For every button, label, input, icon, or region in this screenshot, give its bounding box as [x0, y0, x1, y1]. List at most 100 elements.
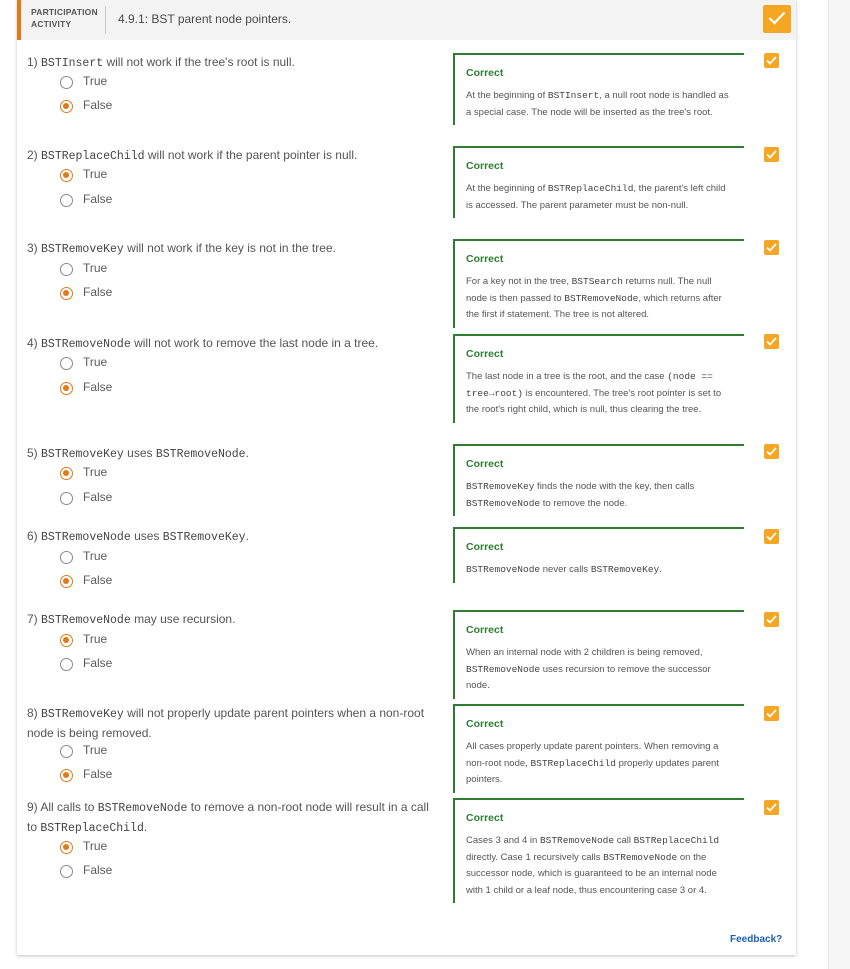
radio-button[interactable] — [60, 658, 73, 671]
radio-label: False — [83, 285, 113, 299]
question-text: 4) BSTRemoveNode will not work to remove… — [27, 334, 437, 354]
feedback-status: Correct — [466, 624, 504, 636]
radio-button[interactable] — [60, 100, 73, 113]
question-complete-checkmark-icon — [764, 240, 779, 255]
feedback-text-part: never calls — [540, 564, 591, 575]
question-text: 9) All calls to BSTRemoveNode to remove … — [27, 798, 437, 838]
radio-option-false[interactable]: False — [60, 282, 210, 306]
radio-option-false[interactable]: False — [60, 570, 210, 594]
feedback-text-part: to remove the node. — [540, 497, 628, 509]
question-complete-checkmark-icon — [764, 612, 779, 627]
question-complete-checkmark-icon — [764, 529, 779, 544]
question-item: 3) BSTRemoveKey will not work if the key… — [27, 239, 437, 259]
feedback-code: BSTRemoveNode — [603, 851, 678, 863]
feedback-link[interactable]: Feedback? — [730, 934, 782, 945]
radio-button[interactable] — [60, 467, 73, 480]
question-text-part: will not work to remove the last node in… — [130, 336, 379, 350]
feedback-box: Correct All cases properly update parent … — [453, 704, 744, 793]
question-code: BSTInsert — [41, 57, 104, 70]
activity-header: PARTICIPATION ACTIVITY 4.9.1: BST parent… — [17, 0, 796, 40]
feedback-code: BSTReplaceChild — [547, 183, 634, 194]
radio-button[interactable] — [60, 841, 73, 854]
feedback-text-part: When an internal node with 2 children is… — [466, 647, 703, 658]
question-complete-checkmark-icon — [764, 444, 779, 459]
question-code: BSTRemoveNode — [97, 802, 188, 815]
radio-label: True — [83, 465, 108, 479]
feedback-code: BSTRemoveNode — [564, 292, 639, 304]
radio-option-true[interactable]: True — [60, 629, 210, 653]
radio-label: False — [83, 490, 113, 504]
feedback-text: All cases properly update parent pointer… — [466, 739, 734, 789]
radio-button[interactable] — [60, 575, 73, 588]
feedback-text-part: For a key not in the tree, — [466, 276, 572, 287]
question-number: 4) — [27, 336, 38, 350]
feedback-text-part: directly. Case 1 recursively calls — [466, 851, 604, 863]
radio-option-false[interactable]: False — [60, 764, 210, 788]
feedback-code: BSTRemoveNode — [466, 564, 541, 575]
radio-button[interactable] — [60, 634, 73, 647]
radio-button[interactable] — [60, 769, 73, 782]
radio-option-false[interactable]: False — [60, 860, 210, 884]
radio-button[interactable] — [60, 194, 73, 207]
radio-button[interactable] — [60, 263, 73, 276]
feedback-code: BSTInsert — [547, 90, 600, 101]
radio-option-true[interactable]: True — [60, 71, 210, 95]
question-complete-checkmark-icon — [764, 706, 779, 721]
question-text-part: uses — [130, 529, 163, 543]
radio-label: True — [83, 261, 108, 275]
radio-button[interactable] — [60, 865, 73, 878]
radio-button[interactable] — [60, 287, 73, 300]
radio-option-true[interactable]: True — [60, 740, 210, 764]
radio-option-false[interactable]: False — [60, 189, 210, 213]
question-text-part: . — [245, 446, 249, 460]
radio-button[interactable] — [60, 745, 73, 758]
feedback-status: Correct — [466, 253, 504, 265]
participation-activity-card: PARTICIPATION ACTIVITY 4.9.1: BST parent… — [17, 0, 796, 955]
question-text-part: will not work if the key is not in the t… — [123, 241, 336, 255]
radio-button[interactable] — [60, 76, 73, 89]
feedback-box: Correct For a key not in the tree, BSTSea… — [453, 239, 744, 328]
question-code: BSTRemoveNode — [155, 448, 246, 461]
radio-option-false[interactable]: False — [60, 653, 210, 677]
radio-option-false[interactable]: False — [60, 377, 210, 401]
radio-option-false[interactable]: False — [60, 95, 210, 119]
feedback-code: BSTSearch — [571, 276, 623, 287]
radio-button[interactable] — [60, 169, 73, 182]
feedback-text-part: Cases 3 and 4 in — [466, 835, 540, 846]
question-item: 8) BSTRemoveKey will not properly update… — [27, 704, 437, 742]
question-text-part: will not work if the tree's root is null… — [103, 55, 295, 69]
activity-complete-checkmark-icon — [763, 5, 791, 33]
question-number: 6) — [27, 529, 38, 543]
question-number: 9) — [27, 800, 38, 814]
radio-button[interactable] — [60, 357, 73, 370]
feedback-text-part: At the beginning of — [466, 90, 548, 101]
radio-option-true[interactable]: True — [60, 462, 210, 486]
radio-button[interactable] — [60, 382, 73, 395]
feedback-text-part: finds the node with the key, then calls — [534, 481, 695, 492]
radio-label: False — [83, 656, 113, 670]
question-text-part: uses — [123, 446, 156, 460]
radio-button[interactable] — [60, 492, 73, 505]
question-number: 3) — [27, 241, 38, 255]
radio-button[interactable] — [60, 551, 73, 564]
feedback-text: When an internal node with 2 children is… — [466, 645, 734, 695]
radio-label: False — [83, 380, 113, 394]
feedback-code: BSTRemoveKey — [590, 564, 660, 575]
question-code: BSTRemoveNode — [41, 531, 131, 544]
question-text-part: may use recursion. — [130, 612, 236, 626]
radio-label: True — [83, 167, 108, 181]
radio-option-true[interactable]: True — [60, 164, 210, 188]
feedback-status: Correct — [466, 67, 504, 79]
question-text: 1) BSTInsert will not work if the tree's… — [27, 53, 437, 73]
radio-label: False — [83, 98, 113, 112]
radio-option-true[interactable]: True — [60, 546, 210, 570]
radio-option-true[interactable]: True — [60, 836, 210, 860]
feedback-code: BSTRemoveNode — [466, 497, 541, 509]
radio-option-true[interactable]: True — [60, 352, 210, 376]
radio-label: False — [83, 863, 113, 877]
feedback-box: Correct Cases 3 and 4 in BSTRemoveNode ca… — [453, 798, 744, 903]
radio-option-false[interactable]: False — [60, 487, 210, 511]
radio-option-true[interactable]: True — [60, 258, 210, 282]
radio-label: True — [83, 549, 108, 563]
feedback-text: BSTRemoveNode never calls BSTRemoveKey. — [466, 562, 734, 579]
